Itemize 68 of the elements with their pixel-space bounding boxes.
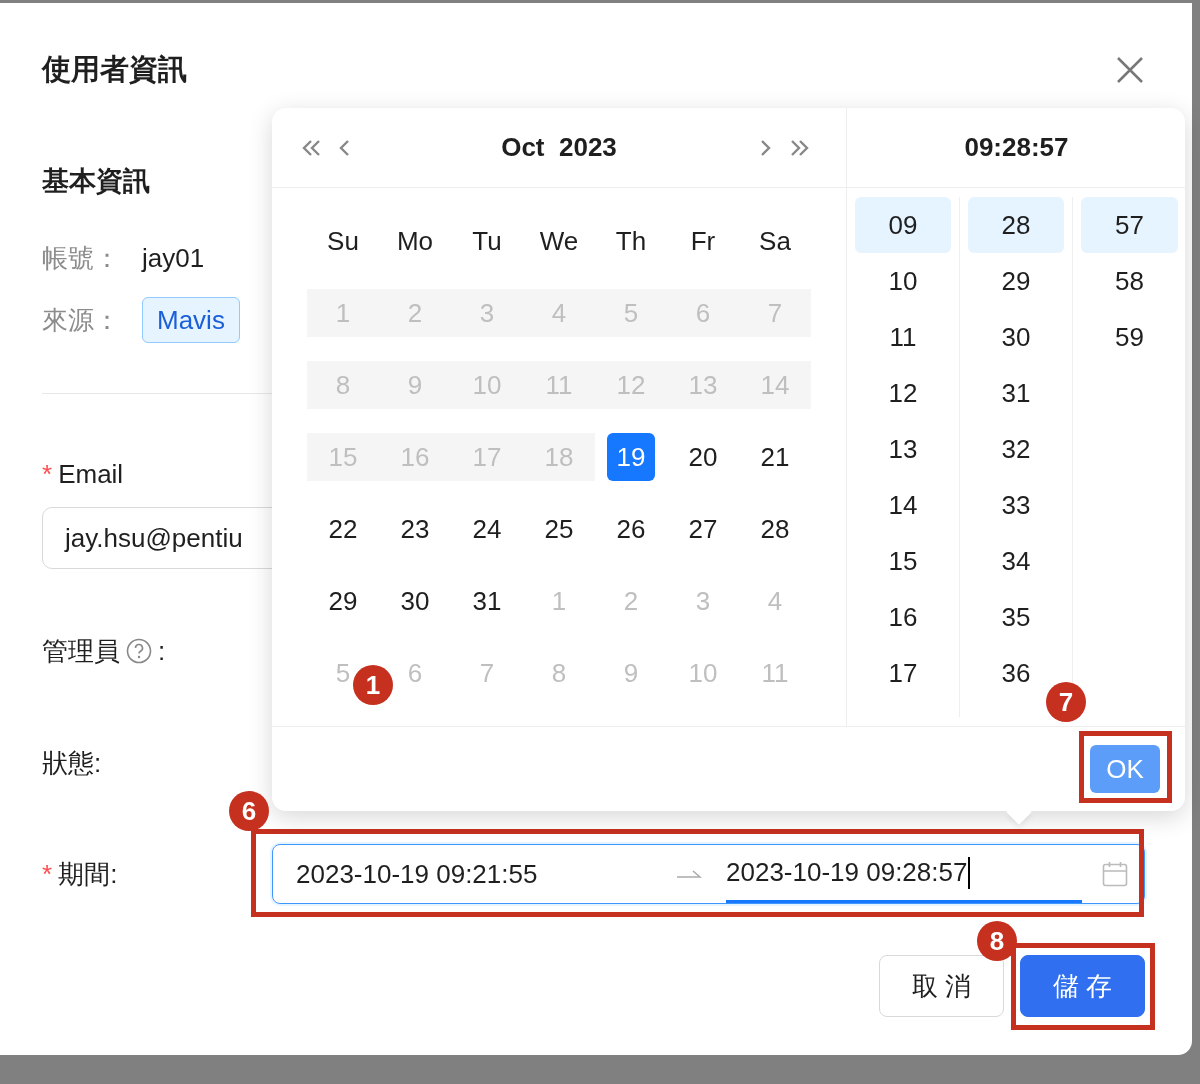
field-label: 管理員 (42, 635, 120, 668)
field-label: 狀態: (42, 747, 102, 780)
month-year-title[interactable]: Oct 2023 (366, 128, 752, 167)
second-option[interactable]: 57 (1081, 197, 1178, 253)
weekday-label: Sa (758, 224, 792, 258)
calendar-day[interactable]: 20 (687, 433, 719, 481)
required-mark: * (42, 458, 53, 491)
calendar-day[interactable]: 27 (687, 505, 719, 553)
hour-option[interactable]: 11 (855, 309, 951, 365)
weekday-label: Tu (471, 224, 503, 258)
end-date-input[interactable]: 2023-10-19 09:28:57 (726, 845, 1082, 903)
calendar-day[interactable]: 30 (399, 577, 431, 625)
minute-option[interactable]: 33 (968, 477, 1064, 533)
hour-option[interactable]: 13 (855, 421, 951, 477)
hour-option[interactable]: 16 (855, 589, 951, 645)
minute-option[interactable]: 34 (968, 533, 1064, 589)
field-label: : (158, 635, 166, 668)
calendar-day[interactable]: 24 (471, 505, 503, 553)
minute-option[interactable]: 32 (968, 421, 1064, 477)
weekday-label: Th (614, 224, 648, 258)
source-tag: Mavis (142, 297, 240, 343)
hour-option[interactable]: 14 (855, 477, 951, 533)
minute-option[interactable]: 35 (968, 589, 1064, 645)
calendar-day[interactable]: 21 (759, 433, 791, 481)
minute-option[interactable]: 31 (968, 365, 1064, 421)
second-option[interactable]: 58 (1081, 253, 1178, 309)
date-range-picker[interactable]: 2023-10-19 09:21:55 2023-10-19 09:28:57 (272, 844, 1145, 904)
cancel-button[interactable]: 取 消 (879, 955, 1004, 1017)
calendar-day[interactable]: 19 (607, 433, 655, 481)
step-number-badge: 1 (353, 665, 393, 705)
minute-option[interactable]: 30 (968, 309, 1064, 365)
weekday-label: We (538, 224, 580, 258)
section-title: 基本資訊 (42, 165, 151, 198)
minute-option[interactable]: 28 (968, 197, 1064, 253)
dialog-title: 使用者資訊 (42, 51, 187, 87)
calendar-day[interactable]: 26 (615, 505, 647, 553)
calendar-day[interactable]: 25 (543, 505, 575, 553)
weekday-label: Mo (395, 224, 435, 258)
field-label: 期間: (58, 858, 118, 891)
info-label: 來源： (42, 303, 121, 337)
text-cursor (968, 856, 971, 889)
weekday-label: Su (326, 224, 360, 258)
step-number-badge: 8 (977, 921, 1017, 961)
calendar-icon (1102, 861, 1128, 887)
step-number-badge: 6 (229, 791, 269, 831)
save-button[interactable]: 儲 存 (1020, 955, 1145, 1017)
hour-option[interactable]: 10 (855, 253, 951, 309)
calendar-day[interactable]: 28 (759, 505, 791, 553)
weekday-label: Fr (689, 224, 717, 258)
start-date-input[interactable]: 2023-10-19 09:21:55 (296, 854, 676, 894)
hour-option[interactable]: 09 (855, 197, 951, 253)
field-label: Email (58, 458, 124, 491)
calendar-day[interactable]: 23 (399, 505, 431, 553)
calendar-day[interactable]: 22 (327, 505, 359, 553)
time-title: 09:28:57 (847, 108, 1186, 188)
info-label: 帳號： (42, 241, 121, 275)
close-icon (1115, 54, 1145, 85)
required-mark: * (42, 858, 53, 891)
step-number-badge: 7 (1046, 682, 1086, 722)
hour-option[interactable]: 12 (855, 365, 951, 421)
hour-option[interactable]: 17 (855, 645, 951, 701)
info-value: jay01 (142, 241, 205, 275)
close-button[interactable] (1115, 54, 1145, 85)
calendar-day[interactable]: 29 (327, 577, 359, 625)
minute-option[interactable]: 29 (968, 253, 1064, 309)
hour-option[interactable]: 15 (855, 533, 951, 589)
calendar-day[interactable]: 31 (471, 577, 503, 625)
second-option[interactable]: 59 (1081, 309, 1178, 365)
